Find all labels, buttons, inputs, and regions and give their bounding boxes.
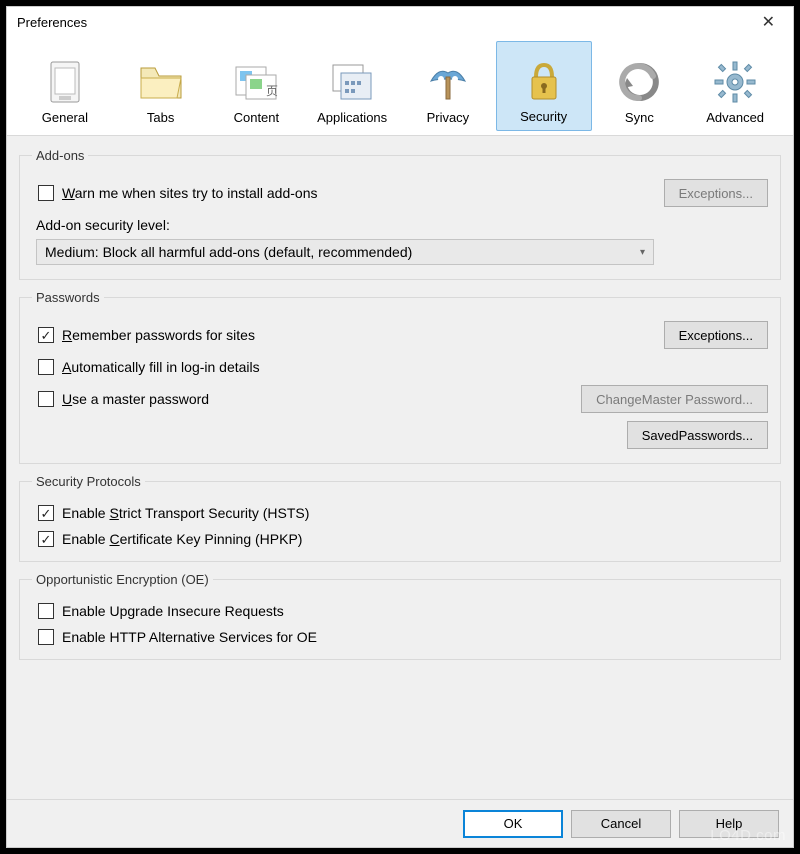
altsvc-checkbox[interactable] bbox=[38, 629, 54, 645]
hpkp-label: Enable Certificate Key Pinning (HPKP) bbox=[62, 531, 302, 547]
hsts-checkbox[interactable] bbox=[38, 505, 54, 521]
group-legend: Opportunistic Encryption (OE) bbox=[32, 572, 213, 587]
warn-addons-label: Warn me when sites try to install add-on… bbox=[62, 185, 317, 201]
close-icon[interactable]: ✕ bbox=[754, 8, 783, 36]
tab-general[interactable]: General bbox=[17, 41, 113, 131]
tab-security[interactable]: Security bbox=[496, 41, 592, 131]
addon-level-select[interactable]: Medium: Block all harmful add-ons (defau… bbox=[36, 239, 654, 265]
addon-level-label: Add-on security level: bbox=[36, 217, 768, 233]
altsvc-label: Enable HTTP Alternative Services for OE bbox=[62, 629, 317, 645]
warn-addons-checkbox[interactable] bbox=[38, 185, 54, 201]
remember-passwords-checkbox[interactable] bbox=[38, 327, 54, 343]
group-protocols: Security Protocols Enable Strict Transpo… bbox=[19, 474, 781, 562]
applications-icon bbox=[328, 58, 376, 106]
category-toolbar: General Tabs 页 Content bbox=[7, 37, 793, 135]
cancel-button[interactable]: Cancel bbox=[571, 810, 671, 838]
window-title: Preferences bbox=[17, 15, 754, 30]
saved-passwords-button[interactable]: Saved Passwords... bbox=[627, 421, 768, 449]
security-icon bbox=[520, 57, 568, 105]
sync-icon bbox=[615, 58, 663, 106]
autofill-checkbox[interactable] bbox=[38, 359, 54, 375]
dialog-footer: OK Cancel Help bbox=[7, 799, 793, 847]
content-icon: 页 bbox=[232, 58, 280, 106]
advanced-icon bbox=[711, 58, 759, 106]
autofill-label: Automatically fill in log-in details bbox=[62, 359, 260, 375]
chevron-down-icon: ▾ bbox=[640, 247, 645, 258]
addons-exceptions-button[interactable]: Exceptions... bbox=[664, 179, 768, 207]
tab-label: Applications bbox=[317, 110, 387, 125]
upgrade-insecure-label: Enable Upgrade Insecure Requests bbox=[62, 603, 284, 619]
hpkp-checkbox[interactable] bbox=[38, 531, 54, 547]
tab-label: Tabs bbox=[147, 110, 174, 125]
tab-content[interactable]: 页 Content bbox=[209, 41, 305, 131]
tab-sync[interactable]: Sync bbox=[592, 41, 688, 131]
general-icon bbox=[41, 58, 89, 106]
tab-label: General bbox=[42, 110, 88, 125]
preferences-window: Preferences ✕ General Tabs bbox=[6, 6, 794, 848]
svg-text:页: 页 bbox=[266, 84, 278, 98]
remember-passwords-label: Remember passwords for sites bbox=[62, 327, 255, 343]
tab-label: Sync bbox=[625, 110, 654, 125]
group-passwords: Passwords Remember passwords for sites E… bbox=[19, 290, 781, 464]
group-addons: Add-ons Warn me when sites try to instal… bbox=[19, 148, 781, 280]
privacy-icon bbox=[424, 58, 472, 106]
watermark: LO4D.com bbox=[710, 827, 786, 844]
group-legend: Add-ons bbox=[32, 148, 88, 163]
upgrade-insecure-checkbox[interactable] bbox=[38, 603, 54, 619]
tab-label: Advanced bbox=[706, 110, 764, 125]
tab-advanced[interactable]: Advanced bbox=[687, 41, 783, 131]
group-legend: Security Protocols bbox=[32, 474, 145, 489]
tab-privacy[interactable]: Privacy bbox=[400, 41, 496, 131]
master-password-label: Use a master password bbox=[62, 391, 209, 407]
group-oe: Opportunistic Encryption (OE) Enable Upg… bbox=[19, 572, 781, 660]
content-pane: Add-ons Warn me when sites try to instal… bbox=[7, 135, 793, 799]
titlebar: Preferences ✕ bbox=[7, 7, 793, 37]
passwords-exceptions-button[interactable]: Exceptions... bbox=[664, 321, 768, 349]
tab-applications[interactable]: Applications bbox=[304, 41, 400, 131]
tab-label: Privacy bbox=[427, 110, 470, 125]
master-password-checkbox[interactable] bbox=[38, 391, 54, 407]
tab-tabs[interactable]: Tabs bbox=[113, 41, 209, 131]
tab-label: Content bbox=[234, 110, 280, 125]
tab-label: Security bbox=[520, 109, 567, 124]
change-master-password-button[interactable]: Change Master Password... bbox=[581, 385, 768, 413]
group-legend: Passwords bbox=[32, 290, 104, 305]
hsts-label: Enable Strict Transport Security (HSTS) bbox=[62, 505, 309, 521]
addon-level-value: Medium: Block all harmful add-ons (defau… bbox=[45, 244, 412, 260]
ok-button[interactable]: OK bbox=[463, 810, 563, 838]
tabs-icon bbox=[137, 58, 185, 106]
